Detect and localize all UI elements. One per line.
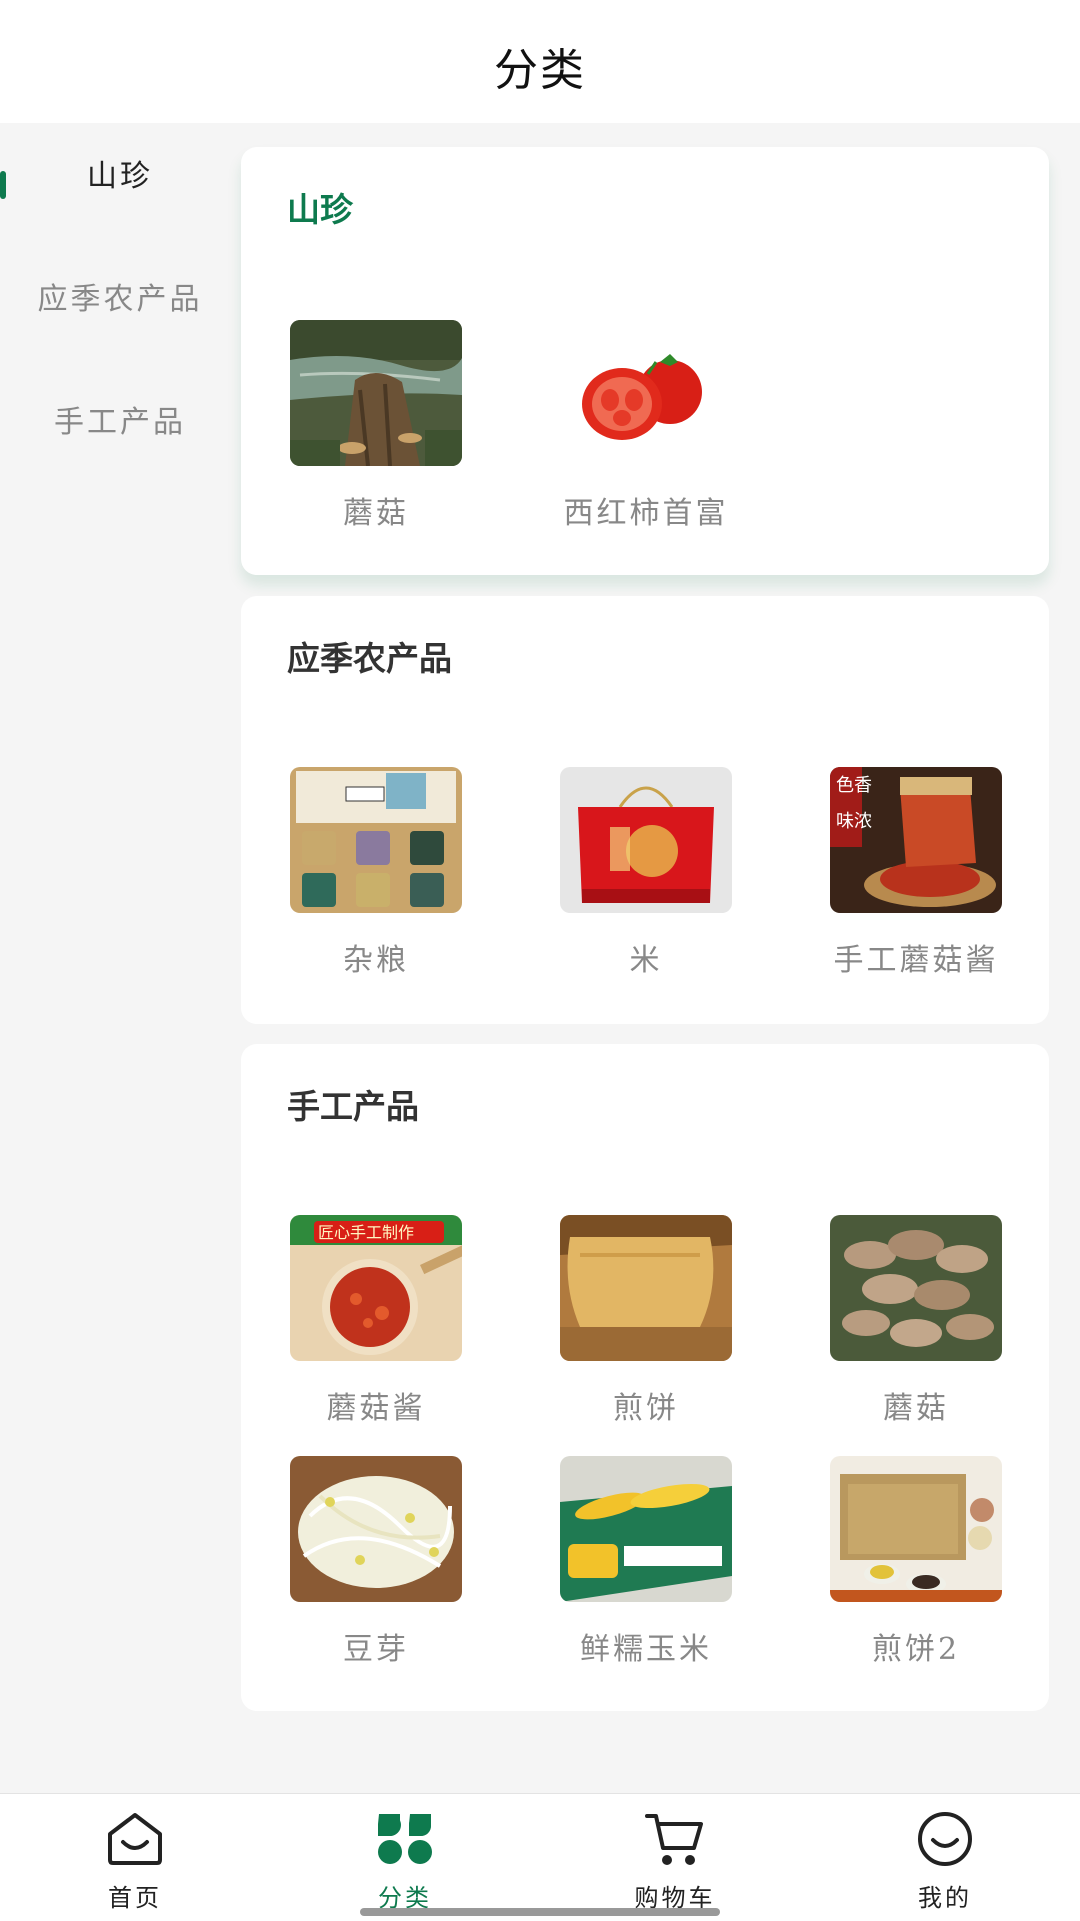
product-label: 煎饼2 [871, 1632, 961, 1667]
mushroom-sauce-jar-photo: 色香 味浓 [830, 767, 1002, 913]
tab-label: 首页 [108, 1884, 162, 1912]
pancake-and-grains-photo [830, 1456, 1002, 1602]
product-tile-mushroom-sauce-2[interactable]: 匠心手工制作 蘑菇酱 [241, 1215, 511, 1435]
section-shanzhen: 山珍 蘑菇 西红柿首富 [241, 147, 1049, 575]
product-label: 蘑菇 [343, 496, 409, 531]
tab-category[interactable]: 分类 [270, 1794, 540, 1921]
corn-box-photo [560, 1456, 732, 1602]
product-label: 杂粮 [343, 943, 409, 978]
bean-sprouts-photo [290, 1456, 462, 1602]
chili-mushroom-sauce-bowl-photo: 匠心手工制作 [290, 1215, 462, 1361]
home-indicator [360, 1908, 720, 1916]
section-handmade: 手工产品 匠心手工制作 蘑菇酱 煎饼 蘑菇 豆芽 鲜糯玉米 煎饼2 [241, 1044, 1049, 1711]
folded-pancake-photo [560, 1215, 732, 1361]
product-label: 米 [629, 943, 663, 978]
sidebar-item-handmade[interactable]: 手工产品 [0, 369, 240, 469]
category-grid-icon [374, 1810, 436, 1868]
product-label: 鲜糯玉米 [580, 1632, 712, 1667]
tab-label: 我的 [918, 1884, 972, 1912]
tab-home[interactable]: 首页 [0, 1794, 270, 1921]
svg-text:味浓: 味浓 [836, 811, 872, 832]
product-tile-rice[interactable]: 米 [511, 767, 781, 987]
sauce-slogan-text: 匠心手工制作 [318, 1223, 414, 1242]
mushroom-stump-photo [290, 320, 462, 466]
profile-smile-icon [914, 1810, 976, 1868]
tomato-photo [560, 320, 732, 466]
product-label: 西红柿首富 [563, 496, 729, 531]
product-tile-mushroom[interactable]: 蘑菇 [241, 320, 511, 540]
page-title: 分类 [494, 44, 586, 96]
product-tile-mushroom-sauce[interactable]: 色香 味浓 手工蘑菇酱 [781, 767, 1051, 987]
section-seasonal: 应季农产品 杂粮 米 色香 味浓 手工蘑菇酱 [241, 596, 1049, 1024]
product-label: 豆芽 [343, 1632, 409, 1667]
red-rice-gift-bag-photo [560, 767, 732, 913]
top-header: 分类 [0, 0, 1080, 123]
tab-profile[interactable]: 我的 [810, 1794, 1080, 1921]
product-tile-mushroom-2[interactable]: 蘑菇 [781, 1215, 1051, 1435]
product-tile-tomato[interactable]: 西红柿首富 [511, 320, 781, 540]
product-label: 蘑菇酱 [326, 1391, 426, 1426]
section-title: 应季农产品 [287, 640, 452, 677]
product-label: 煎饼 [613, 1391, 679, 1426]
active-indicator [0, 171, 6, 199]
bottom-tab-bar: 首页 分类 购物车 我的 [0, 1793, 1080, 1921]
section-title: 山珍 [287, 191, 353, 228]
product-tile-grains[interactable]: 杂粮 [241, 767, 511, 987]
sidebar-item-label: 应季农产品 [37, 282, 203, 317]
product-tile-corn[interactable]: 鲜糯玉米 [511, 1456, 781, 1676]
section-title: 手工产品 [287, 1088, 419, 1125]
product-tile-pancake[interactable]: 煎饼 [511, 1215, 781, 1435]
product-label: 蘑菇 [883, 1391, 949, 1426]
jar-slogan-text: 色香 [836, 775, 872, 796]
cart-icon [644, 1810, 706, 1868]
category-sidebar: 山珍 应季农产品 手工产品 [0, 123, 240, 1793]
tab-cart[interactable]: 购物车 [540, 1794, 810, 1921]
sidebar-item-label: 手工产品 [54, 405, 186, 440]
product-tile-pancake-2[interactable]: 煎饼2 [781, 1456, 1051, 1676]
mushroom-cluster-photo [830, 1215, 1002, 1361]
sidebar-item-label: 山珍 [87, 159, 153, 194]
product-label: 手工蘑菇酱 [833, 943, 999, 978]
sidebar-item-seasonal[interactable]: 应季农产品 [0, 246, 240, 346]
sidebar-item-shanzhen[interactable]: 山珍 [0, 123, 240, 223]
grain-jars-gift-box-photo [290, 767, 462, 913]
product-tile-bean-sprouts[interactable]: 豆芽 [241, 1456, 511, 1676]
home-smile-icon [104, 1810, 166, 1868]
